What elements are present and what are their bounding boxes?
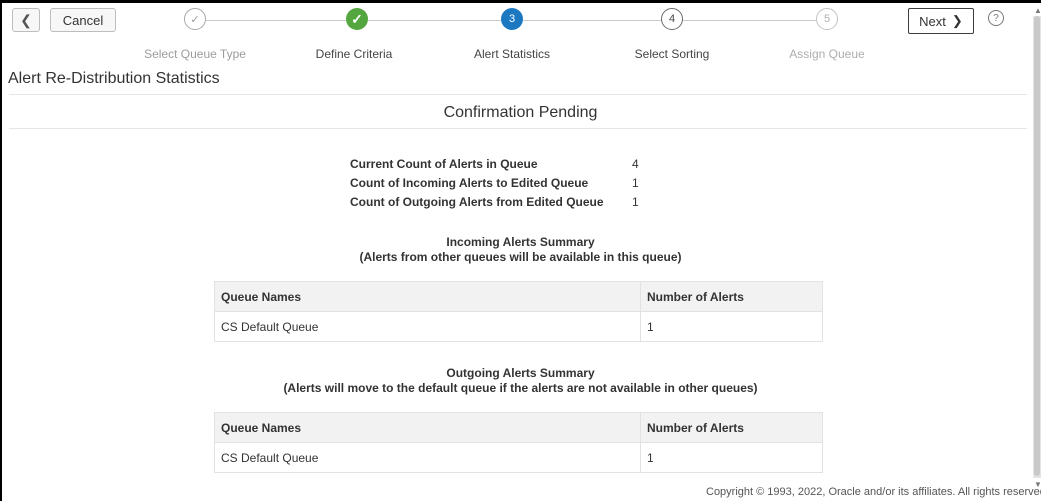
checkmark-icon: ✓ (190, 13, 200, 26)
column-header-number-of-alerts[interactable]: Number of Alerts (640, 281, 823, 312)
page-title: Alert Re-Distribution Statistics (8, 70, 220, 87)
train-step-label: Alert Statistics (473, 47, 551, 61)
checkmark-icon: ✓ (351, 10, 363, 27)
next-button[interactable]: Next ❯ (908, 8, 974, 34)
train-connector (368, 20, 501, 21)
stat-label-outgoing-count: Count of Outgoing Alerts from Edited Que… (350, 195, 604, 209)
scroll-up-icon[interactable]: ▲ (1034, 6, 1041, 15)
column-header-queue-names[interactable]: Queue Names (214, 281, 641, 312)
train-step-label: Select Sorting (634, 47, 710, 61)
step-number: 3 (508, 13, 516, 25)
train-step-select-queue-type[interactable]: ✓ (184, 8, 206, 30)
train-step-define-criteria[interactable]: ✓ (346, 8, 368, 30)
incoming-alerts-table: Queue Names Number of Alerts CS Default … (214, 281, 823, 342)
train-step-label: Assign Queue (789, 47, 865, 61)
train-step-assign-queue: 5 (816, 8, 838, 30)
outgoing-summary-title: Outgoing Alerts Summary (446, 366, 595, 380)
incoming-summary-subtitle: (Alerts from other queues will be availa… (359, 250, 682, 264)
next-button-label: Next (919, 13, 946, 29)
chevron-right-icon: ❯ (951, 13, 963, 28)
table-header-row: Queue Names Number of Alerts (214, 412, 823, 443)
table-row[interactable]: CS Default Queue 1 (214, 442, 823, 473)
cancel-button[interactable]: Cancel (50, 8, 116, 32)
section-heading: Confirmation Pending (443, 104, 598, 121)
column-header-number-of-alerts[interactable]: Number of Alerts (640, 412, 823, 443)
queue-name-cell: CS Default Queue (214, 311, 641, 342)
table-header-row: Queue Names Number of Alerts (214, 281, 823, 312)
train-connector (206, 20, 346, 21)
incoming-summary-title: Incoming Alerts Summary (446, 235, 595, 249)
train-step-label: Select Queue Type (144, 47, 246, 61)
train-step-select-sorting[interactable]: 4 (661, 8, 683, 30)
alert-count-cell: 1 (640, 311, 823, 342)
copyright-footer: Copyright © 1993, 2022, Oracle and/or it… (706, 486, 1041, 498)
back-button[interactable]: ❮ (12, 8, 40, 32)
outgoing-summary-subtitle: (Alerts will move to the default queue i… (283, 381, 758, 395)
step-number: 5 (823, 13, 831, 25)
train-connector (683, 20, 816, 21)
chevron-left-icon: ❮ (20, 11, 32, 28)
table-row[interactable]: CS Default Queue 1 (214, 311, 823, 342)
step-number: 4 (668, 13, 676, 25)
stat-value-incoming-count: 1 (632, 176, 639, 190)
stat-label-incoming-count: Count of Incoming Alerts to Edited Queue (350, 176, 589, 190)
stat-value-outgoing-count: 1 (632, 195, 639, 209)
divider (9, 128, 1027, 129)
train-connector (523, 20, 661, 21)
question-circle-icon[interactable]: ? (988, 10, 1004, 26)
divider (9, 94, 1027, 95)
alert-count-cell: 1 (640, 442, 823, 473)
window-frame-top (0, 0, 1041, 3)
train-step-alert-statistics[interactable]: 3 (501, 8, 523, 30)
train-step-label: Define Criteria (315, 47, 393, 61)
queue-name-cell: CS Default Queue (214, 442, 641, 473)
outgoing-alerts-table: Queue Names Number of Alerts CS Default … (214, 412, 823, 473)
column-header-queue-names[interactable]: Queue Names (214, 412, 641, 443)
stat-label-current-count: Current Count of Alerts in Queue (350, 157, 538, 171)
stat-value-current-count: 4 (632, 157, 639, 171)
